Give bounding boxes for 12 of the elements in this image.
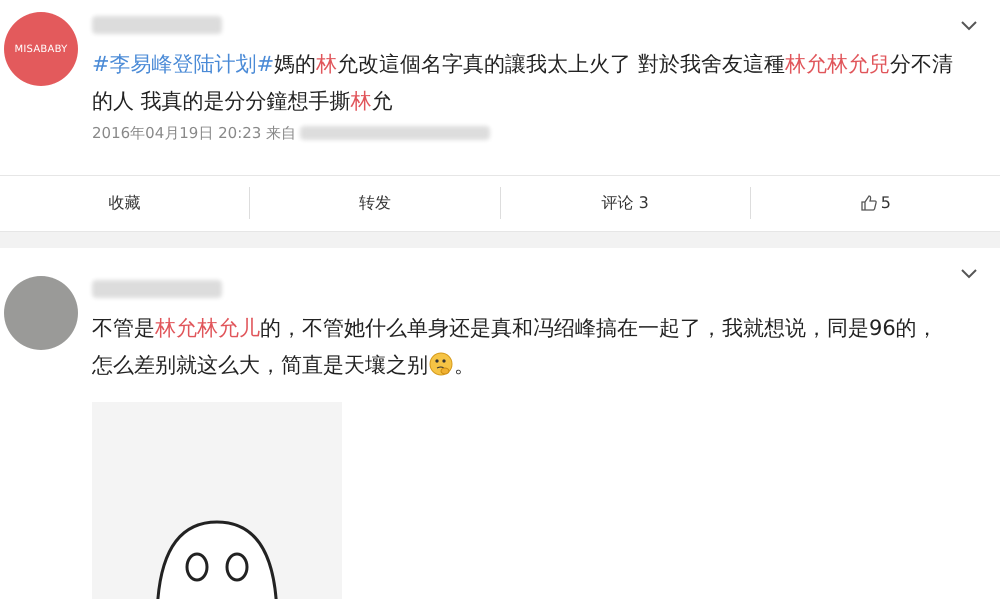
action-button[interactable]: 评论 3 — [593, 187, 657, 219]
logo-text: MISABABY — [14, 42, 68, 56]
thumbs-up-icon — [860, 194, 878, 212]
post-text: 不管是林允林允儿的，不管她什么单身还是真和冯绍峰搞在一起了，我就想说，同是96的，怎么差别就这么大，简直是天壤之别 。 — [92, 314, 939, 378]
action-button[interactable]: 收藏 — [100, 187, 149, 219]
chevron-down-icon[interactable] — [960, 20, 978, 32]
like-button[interactable]: 5 — [852, 187, 899, 219]
chevron-down-icon[interactable] — [960, 268, 978, 280]
post-text: #李易峰登陆计划#媽的林允改這個名字真的讓我太上火了 對於我舍友這種林允林允兒分不清的人 我真的是分分鐘想手撕林允 — [92, 51, 954, 115]
action-button[interactable]: 转发 — [350, 187, 399, 219]
post-date: 2016年04月19日 20:23 来自 — [92, 123, 296, 144]
thinking-emoji-icon — [429, 352, 453, 376]
